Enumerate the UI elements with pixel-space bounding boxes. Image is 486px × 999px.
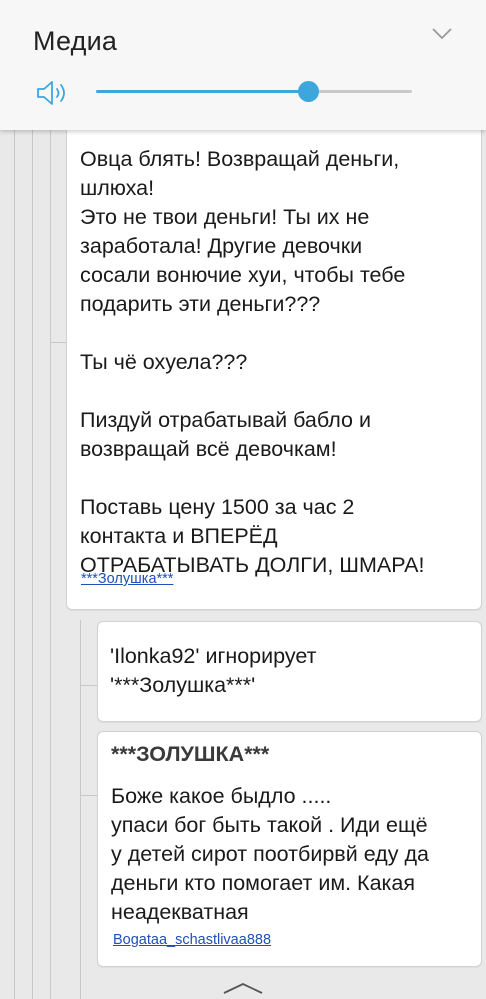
comment-line: Это не твои деньги! Ты их не [80, 205, 370, 229]
comment-text: Овца блять! Возвращай деньги, шлюха! Это… [80, 145, 475, 580]
comment-line: Боже какое быдло ..... [111, 784, 332, 808]
comment-thread: Овца блять! Возвращай деньги, шлюха! Это… [0, 124, 486, 999]
ignore-notice-card: 'Ilonka92' игнорирует '***Золушка***' [97, 621, 482, 722]
comment-line: заработала! Другие девочки [80, 234, 363, 258]
thread-connector [80, 795, 97, 796]
comment-author-link[interactable]: ***Золушка*** [81, 571, 173, 587]
comment-line: Овца блять! Возвращай деньги, [80, 147, 400, 171]
comment-author-name: ***ЗОЛУШКА*** [111, 742, 270, 766]
comment-line: сосали вонючие хуи, чтобы тебе [80, 263, 406, 287]
thread-line [32, 130, 33, 999]
thread-connector [50, 342, 66, 343]
comment-line: шлюха! [80, 176, 155, 200]
comment-line: у детей сирот поотбирвй еду да [111, 842, 429, 866]
thread-line [14, 130, 15, 999]
comment-text: Боже какое быдло ..... упаси бог быть та… [111, 782, 476, 927]
comment-line: '***Золушка***' [110, 673, 256, 697]
media-panel: Медиа [0, 0, 486, 130]
comment-line: упаси бог быть такой . Иди ещё [111, 813, 428, 837]
comment-author-link[interactable]: Bogataa_schastlivaa888 [113, 932, 271, 948]
comment-line: Поставь цену 1500 за час 2 [80, 495, 355, 519]
chevron-up-icon[interactable] [222, 982, 264, 994]
thread-line [50, 130, 51, 999]
comment-card: ***ЗОЛУШКА*** Боже какое быдло ..... упа… [97, 731, 482, 967]
comment-line: Пиздуй отрабатывай бабло и [80, 408, 371, 432]
comment-line: контакта и ВПЕРЁД [80, 524, 278, 548]
comment-line: неадекватная [111, 900, 249, 924]
comment-line: Ты чё охуела??? [80, 350, 248, 374]
volume-slider[interactable] [96, 81, 412, 102]
comment-line: подарить эти деньги??? [80, 292, 321, 316]
ignore-notice-text: 'Ilonka92' игнорирует '***Золушка***' [110, 642, 475, 700]
volume-slider-fill [96, 90, 308, 93]
volume-slider-thumb[interactable] [297, 81, 319, 102]
comment-line: возвращай всё девочкам! [80, 437, 337, 461]
thread-connector [80, 685, 97, 686]
comment-line: 'Ilonka92' игнорирует [110, 644, 317, 668]
speaker-icon[interactable] [36, 80, 72, 106]
chevron-down-icon[interactable] [430, 26, 454, 42]
media-title: Медиа [33, 26, 118, 56]
thread-line [80, 620, 81, 999]
comment-card: Овца блять! Возвращай деньги, шлюха! Это… [66, 124, 482, 610]
comment-line: деньги кто помогает им. Какая [111, 871, 416, 895]
